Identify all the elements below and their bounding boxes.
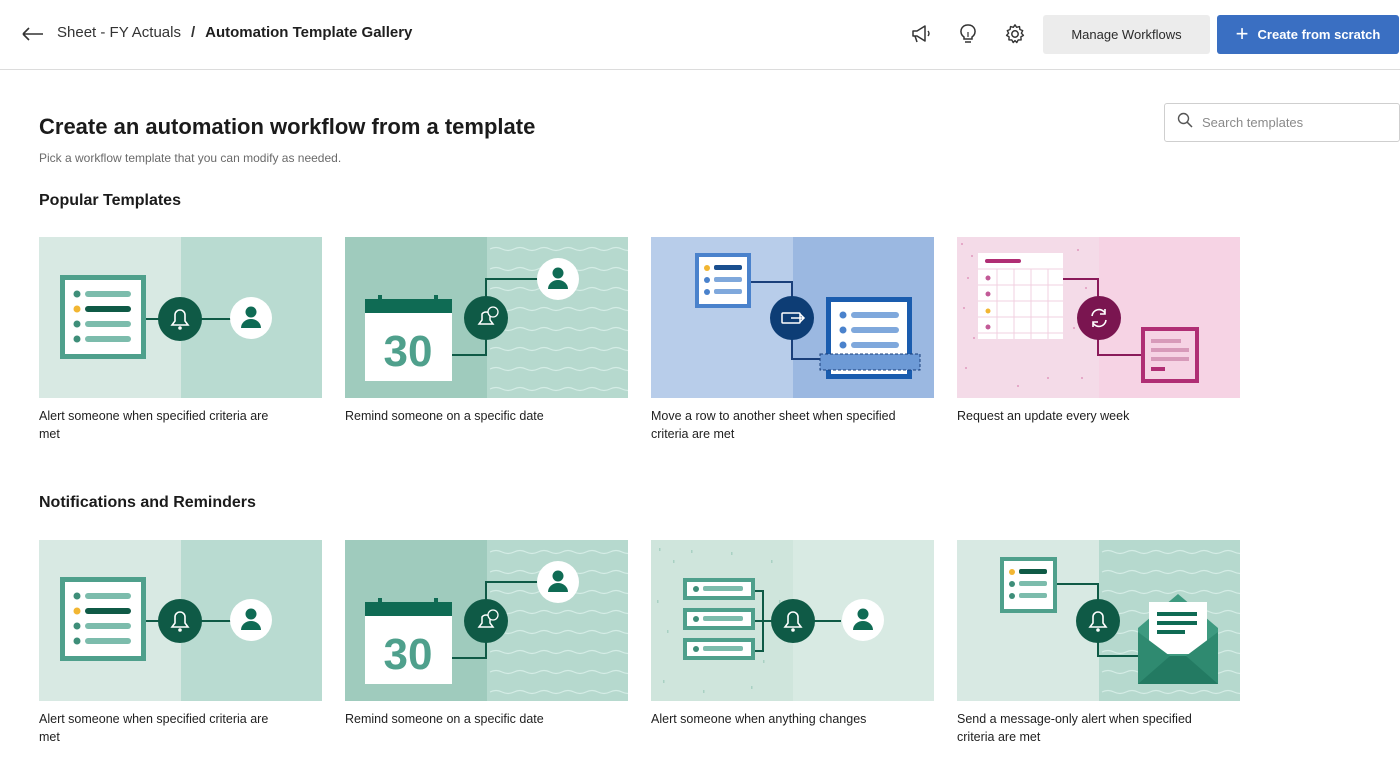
search-icon xyxy=(1177,112,1193,133)
template-illustration xyxy=(39,540,322,701)
plus-icon: + xyxy=(1235,20,1249,46)
template-illustration: 30 xyxy=(345,237,628,398)
template-card-label: Remind someone on a specific date xyxy=(345,409,544,423)
megaphone-icon[interactable] xyxy=(907,20,935,48)
create-from-scratch-button[interactable]: + Create from scratch xyxy=(1217,15,1399,54)
template-card-label: Request an update every week xyxy=(957,409,1130,423)
template-card[interactable]: Alert someone when specified criteria ar… xyxy=(39,540,322,746)
search-input[interactable] xyxy=(1202,115,1382,130)
section-title-popular: Popular Templates xyxy=(39,192,181,209)
template-card-label: Send a message-only alert when specified… xyxy=(957,712,1192,744)
template-card[interactable]: Request an update every week xyxy=(957,237,1240,425)
page-subtitle: Pick a workflow template that you can mo… xyxy=(39,151,342,165)
back-arrow-icon[interactable] xyxy=(20,21,46,47)
template-card[interactable]: Move a row to another sheet when specifi… xyxy=(651,237,934,443)
breadcrumb-current: Automation Template Gallery xyxy=(205,24,413,41)
breadcrumb: Sheet - FY Actuals / Automation Template… xyxy=(57,24,412,41)
template-card[interactable]: Send a message-only alert when specified… xyxy=(957,540,1240,746)
gear-icon[interactable] xyxy=(1001,20,1029,48)
calendar-day: 30 xyxy=(384,630,433,679)
template-illustration xyxy=(651,540,934,701)
template-illustration xyxy=(651,237,934,398)
page-title: Create an automation workflow from a tem… xyxy=(39,114,536,139)
breadcrumb-sheet-link[interactable]: Sheet - FY Actuals xyxy=(57,24,181,41)
create-from-scratch-label: Create from scratch xyxy=(1257,27,1381,42)
template-illustration xyxy=(39,237,322,398)
manage-workflows-button[interactable]: Manage Workflows xyxy=(1043,15,1210,54)
template-card[interactable]: 30 Remind someone on a specific date xyxy=(345,540,628,728)
template-card-label: Alert someone when anything changes xyxy=(651,712,867,726)
template-card[interactable]: Alert someone when anything changes xyxy=(651,540,934,728)
calendar-day: 30 xyxy=(384,327,433,376)
search-box[interactable] xyxy=(1164,103,1400,142)
template-card[interactable]: Alert someone when specified criteria ar… xyxy=(39,237,322,443)
template-illustration xyxy=(957,237,1240,398)
lightbulb-icon[interactable] xyxy=(954,20,982,48)
template-card-label: Alert someone when specified criteria ar… xyxy=(39,409,269,441)
template-illustration: 30 xyxy=(345,540,628,701)
breadcrumb-separator: / xyxy=(190,24,196,41)
template-card[interactable]: 30 Remind someone on a specific date xyxy=(345,237,628,425)
top-bar: Sheet - FY Actuals / Automation Template… xyxy=(0,0,1400,70)
template-card-label: Move a row to another sheet when specifi… xyxy=(651,409,896,441)
template-illustration xyxy=(957,540,1240,701)
section-title-notifications: Notifications and Reminders xyxy=(39,494,256,511)
template-card-label: Alert someone when specified criteria ar… xyxy=(39,712,269,744)
template-card-label: Remind someone on a specific date xyxy=(345,712,544,726)
